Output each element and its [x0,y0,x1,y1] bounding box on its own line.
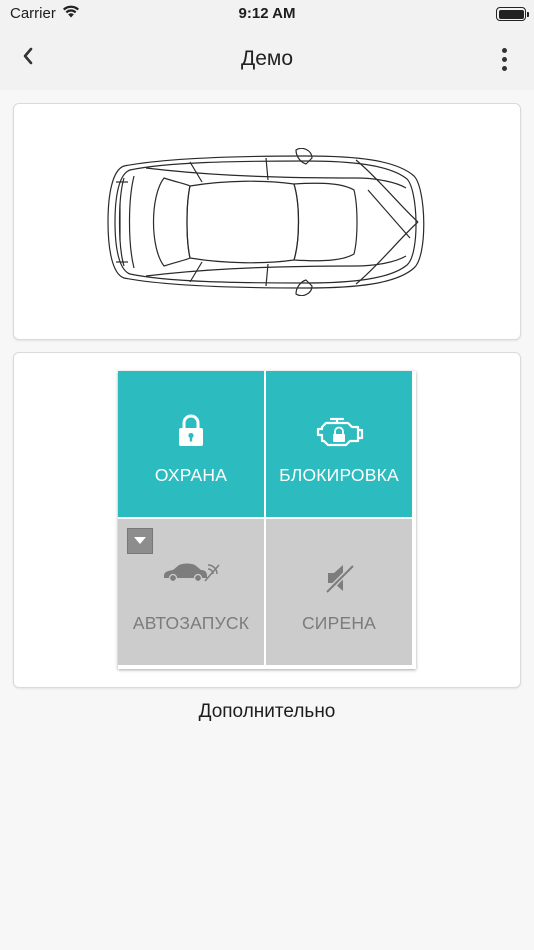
siren-tile[interactable]: СИРЕНА [266,519,412,665]
car-top-view-icon [107,148,425,296]
navigation-bar: Демо [0,28,534,90]
engine-lock-icon [266,413,412,447]
autostart-dropdown-button[interactable] [127,528,153,554]
speaker-mute-icon [266,561,412,595]
status-bar: Carrier 9:12 AM [0,0,534,28]
lock-icon [118,413,264,447]
battery-level [498,9,524,19]
autostart-label: АВТОЗАПУСК [132,613,250,633]
battery-icon [496,7,529,21]
status-time: 9:12 AM [238,5,296,22]
car-status-card [13,103,521,340]
control-tiles: ОХРАНА БЛОКИРОВКА АВТОЗАПУСК СИРЕНА [118,371,416,669]
more-vertical-icon[interactable] [492,44,516,74]
chevron-down-icon [133,532,147,550]
guard-label: ОХРАНА [154,465,228,485]
page-title: Демо [240,47,294,70]
engine-block-label: БЛОКИРОВКА [279,465,399,485]
autostart-tile[interactable]: АВТОЗАПУСК [118,519,264,665]
car-remote-start-icon [118,561,264,583]
guard-tile[interactable]: ОХРАНА [118,371,264,517]
additional-button[interactable]: Дополнительно [0,701,534,723]
siren-label: СИРЕНА [301,613,377,633]
controls-card: ОХРАНА БЛОКИРОВКА АВТОЗАПУСК СИРЕНА [13,352,521,688]
engine-block-tile[interactable]: БЛОКИРОВКА [266,371,412,517]
